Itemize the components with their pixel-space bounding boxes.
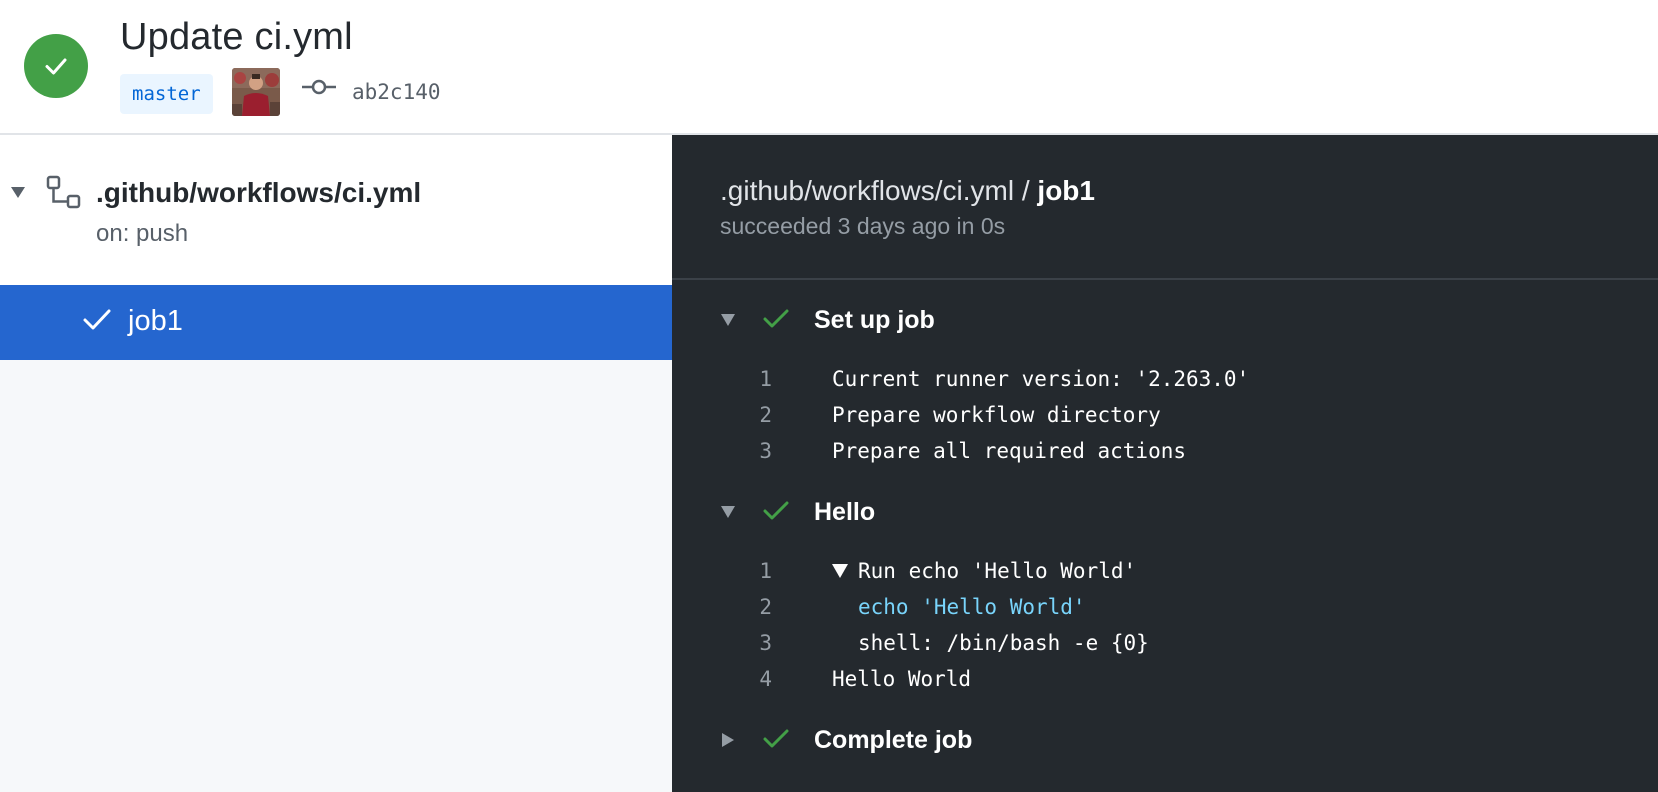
line-text: shell: /bin/bash -e {0} (858, 631, 1149, 655)
sidebar-item-label: job1 (128, 305, 183, 337)
expand-triangle-icon[interactable] (832, 564, 848, 578)
log-line: 1 Current runner version: '2.263.0' (672, 361, 1658, 397)
line-number[interactable]: 2 (732, 397, 772, 433)
log-line: 3 shell: /bin/bash -e {0} (672, 625, 1658, 661)
line-text: echo 'Hello World' (858, 595, 1086, 619)
line-number[interactable]: 3 (732, 625, 772, 661)
workflow-item[interactable]: .github/workflows/ci.yml on: push (0, 135, 672, 285)
check-icon (763, 729, 789, 748)
step-set-up-job[interactable]: Set up job (672, 299, 1658, 343)
workflow-name: .github/workflows/ci.yml (96, 177, 422, 208)
commit-sha[interactable]: ab2c140 (352, 76, 441, 108)
line-text[interactable]: Run echo 'Hello World' (832, 553, 1136, 589)
line-text: Current runner version: '2.263.0' (832, 367, 1250, 391)
step-name: Complete job (814, 726, 973, 754)
run-header: Update ci.yml master ab2c140 (0, 0, 1658, 135)
step-complete-job[interactable]: Complete job (672, 719, 1658, 763)
step-hello[interactable]: Hello (672, 491, 1658, 535)
avatar[interactable] (232, 68, 280, 116)
log-line: 3 Prepare all required actions (672, 433, 1658, 469)
check-icon (45, 58, 67, 75)
chevron-down-icon[interactable] (10, 185, 26, 199)
chevron-down-icon[interactable] (720, 313, 736, 327)
line-text: Prepare workflow directory (832, 403, 1161, 427)
branch-badge[interactable]: master (120, 74, 213, 114)
line-number[interactable]: 1 (732, 553, 772, 589)
chevron-down-icon[interactable] (720, 505, 736, 519)
sidebar: .github/workflows/ci.yml on: push job1 (0, 135, 672, 792)
log-line: 2 echo 'Hello World' (672, 589, 1658, 625)
line-number[interactable]: 1 (732, 361, 772, 397)
step-name: Set up job (814, 306, 935, 334)
line-text: Hello World (832, 667, 972, 691)
page-title: Update ci.yml (120, 16, 353, 58)
check-icon (763, 501, 789, 520)
workflow-trigger: on: push (96, 220, 189, 247)
line-number[interactable]: 3 (732, 433, 772, 469)
sidebar-item-job1[interactable]: job1 (0, 285, 672, 360)
step-name: Hello (814, 498, 876, 526)
check-icon (763, 309, 789, 328)
log-subtitle: succeeded 3 days ago in 0s (720, 213, 1006, 239)
log-panel: .github/workflows/ci.yml / job1 succeede… (672, 135, 1658, 792)
log-line: 4 Hello World (672, 661, 1658, 697)
log-header: .github/workflows/ci.yml / job1 succeede… (672, 135, 1658, 280)
line-number[interactable]: 4 (732, 661, 772, 697)
line-text: Prepare all required actions (832, 439, 1187, 463)
group-label: Run echo 'Hello World' (858, 559, 1137, 583)
log-title: .github/workflows/ci.yml / job1 (720, 175, 1095, 207)
log-title-path: .github/workflows/ci.yml / (720, 175, 1038, 206)
check-icon (83, 309, 111, 330)
run-status-badge (24, 34, 88, 98)
git-commit-icon (302, 79, 336, 95)
line-number[interactable]: 2 (732, 589, 772, 625)
log-line[interactable]: 1 Run echo 'Hello World' (672, 553, 1658, 589)
log-title-job: job1 (1037, 175, 1095, 206)
log-line: 2 Prepare workflow directory (672, 397, 1658, 433)
workflow-icon (46, 175, 81, 209)
chevron-right-icon[interactable] (720, 732, 736, 748)
